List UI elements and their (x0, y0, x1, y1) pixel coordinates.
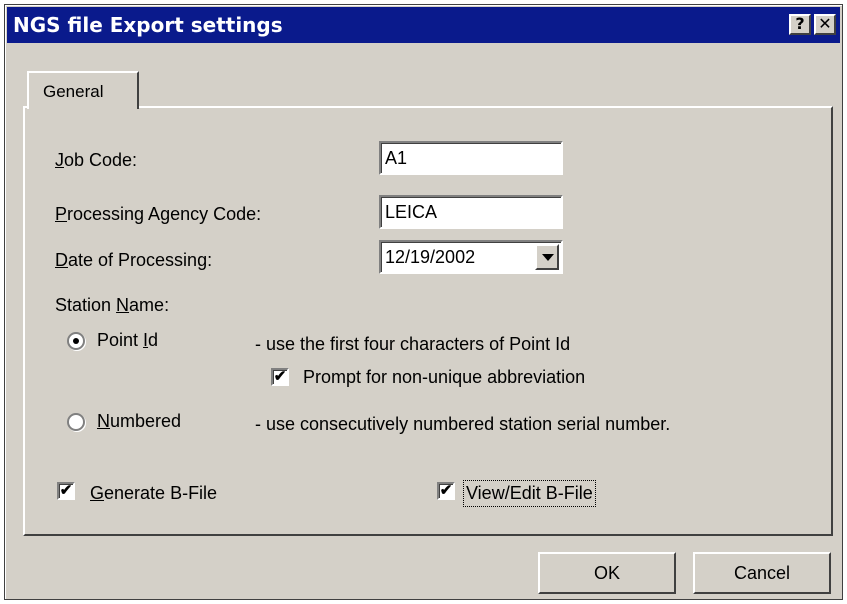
job-code-label: Job Code: (55, 150, 138, 170)
generate-bfile-checkbox[interactable]: ✔ (57, 482, 75, 500)
station-name-label: Station Name: (55, 295, 170, 315)
numbered-description: - use consecutively numbered station ser… (255, 414, 671, 434)
point-id-label[interactable]: Point Id (97, 330, 158, 351)
prompt-label[interactable]: Prompt for non-unique abbreviation (303, 367, 585, 388)
numbered-label[interactable]: Numbered (97, 411, 181, 432)
date-label: Date of Processing: (55, 250, 213, 270)
export-settings-dialog: NGS file Export settings ? ✕ General Job… (4, 4, 843, 600)
tab-general[interactable]: General (27, 71, 139, 109)
agency-code-label: Processing Agency Code: (55, 204, 262, 224)
tab-general-label: General (43, 82, 104, 101)
window-title: NGS file Export settings (13, 13, 283, 37)
generate-bfile-label[interactable]: Generate B-File (90, 483, 217, 504)
job-code-input[interactable]: A1 (379, 141, 563, 175)
point-id-radio[interactable] (67, 332, 85, 350)
title-bar: NGS file Export settings ? ✕ (7, 7, 840, 43)
cancel-button[interactable]: Cancel (693, 552, 831, 594)
help-button[interactable]: ? (789, 14, 811, 35)
view-edit-bfile-checkbox[interactable]: ✔ (437, 482, 455, 500)
agency-code-input[interactable]: LEICA (379, 195, 563, 229)
help-icon: ? (795, 14, 805, 33)
ok-button[interactable]: OK (538, 552, 676, 594)
prompt-checkbox[interactable]: ✔ (271, 368, 289, 386)
close-icon: ✕ (818, 14, 832, 33)
close-button[interactable]: ✕ (814, 14, 836, 35)
view-edit-bfile-label[interactable]: View/Edit B-File (463, 480, 596, 507)
chevron-down-icon[interactable] (535, 244, 559, 270)
date-picker[interactable]: 12/19/2002 (379, 240, 563, 274)
point-id-description: - use the first four characters of Point… (255, 334, 571, 354)
date-value: 12/19/2002 (385, 247, 476, 267)
numbered-radio[interactable] (67, 413, 85, 431)
